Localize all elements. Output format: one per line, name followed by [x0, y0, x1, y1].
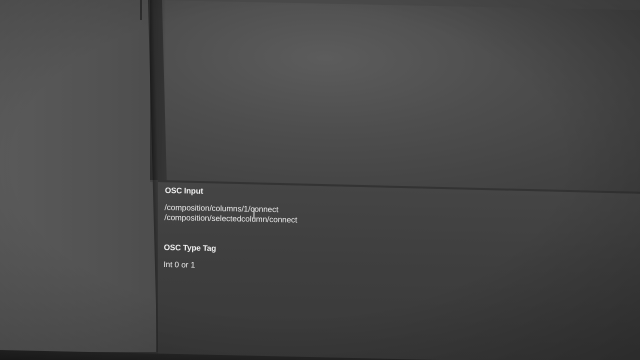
screen: OSC Input /composition/columns/1/connect…	[0, 0, 640, 360]
left-panel-divider	[140, 0, 142, 20]
preview-area	[150, 0, 640, 193]
osc-info-content: OSC Input /composition/columns/1/connect…	[163, 186, 585, 278]
text-cursor	[253, 207, 255, 219]
preview-shadow	[150, 0, 166, 180]
left-panel	[0, 0, 156, 352]
